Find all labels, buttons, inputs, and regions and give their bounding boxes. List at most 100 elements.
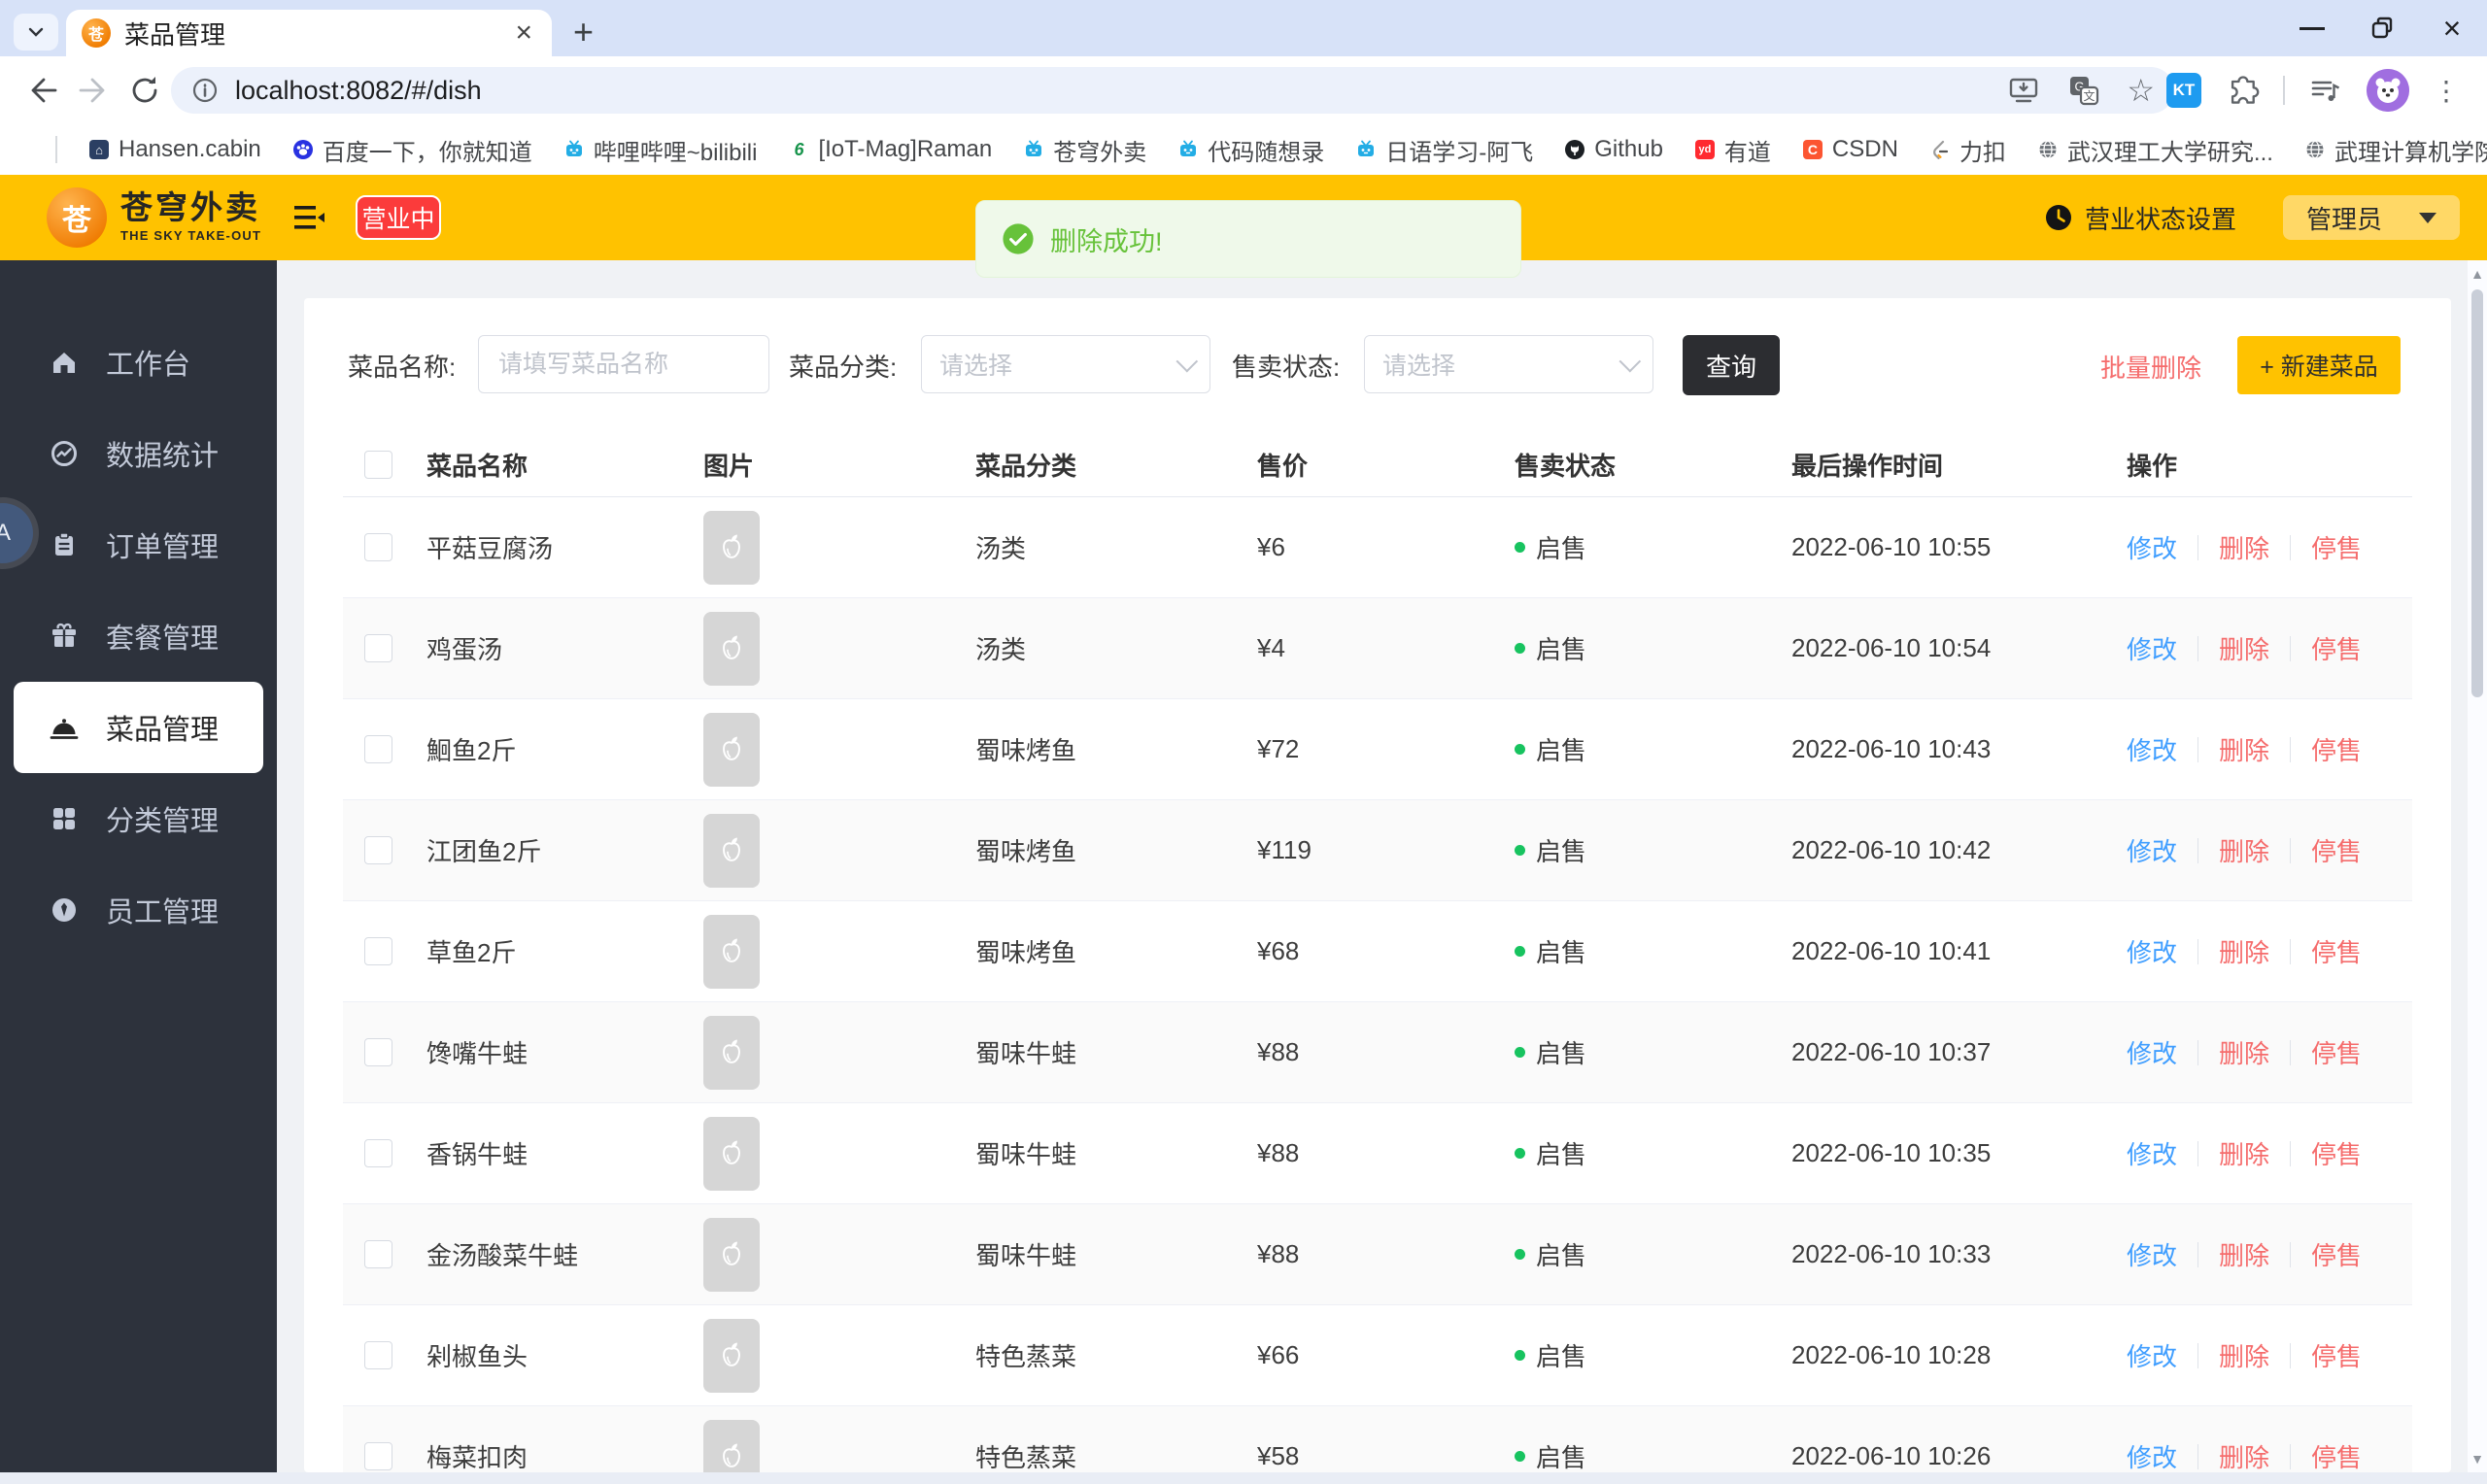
install-app-icon[interactable] [2006, 73, 2041, 108]
sidebar-item-categories[interactable]: 分类管理 [0, 773, 277, 864]
dish-name-input[interactable] [496, 349, 751, 380]
edit-link[interactable]: 修改 [2127, 1236, 2177, 1272]
delete-link[interactable]: 删除 [2219, 1337, 2269, 1373]
delete-link[interactable]: 删除 [2219, 1135, 2269, 1171]
bookmark-github[interactable]: Github [1565, 136, 1663, 163]
delete-link[interactable]: 删除 [2219, 1034, 2269, 1070]
bookmark-whut-graduate[interactable]: 武汉理工大学研究... [2038, 133, 2273, 167]
stop-sale-link[interactable]: 停售 [2311, 1236, 2362, 1272]
edit-link[interactable]: 修改 [2127, 1135, 2177, 1171]
tab-search-chevron-button[interactable] [14, 14, 58, 51]
dish-image-placeholder [703, 1217, 760, 1292]
media-controls-icon[interactable] [2308, 73, 2343, 108]
sidebar-item-setmeal[interactable]: 套餐管理 [0, 590, 277, 682]
stop-sale-link[interactable]: 停售 [2311, 1337, 2362, 1373]
row-checkbox[interactable] [364, 1442, 392, 1470]
horizontal-scrollbar[interactable] [0, 1472, 2468, 1484]
delete-link[interactable]: 删除 [2219, 933, 2269, 969]
vertical-scrollbar[interactable]: ▲ ▼ [2468, 260, 2487, 1472]
sidebar-item-employees[interactable]: 员工管理 [0, 864, 277, 956]
sidebar-item-dishes[interactable]: 菜品管理 [14, 682, 263, 773]
bookmark-youdao[interactable]: yd 有道 [1694, 133, 1771, 167]
row-checkbox[interactable] [364, 836, 392, 864]
dish-category: 特色蒸菜 [975, 1443, 1077, 1472]
bookmark-leetcode[interactable]: 力扣 [1930, 133, 2006, 167]
bookmark-japanese-learning[interactable]: 日语学习-阿飞 [1356, 133, 1533, 167]
delete-link[interactable]: 删除 [2219, 832, 2269, 868]
delete-link[interactable]: 删除 [2219, 731, 2269, 767]
row-operations: 修改 删除 停售 [2101, 1438, 2412, 1472]
user-menu-dropdown[interactable]: 管理员 [2283, 195, 2460, 240]
stop-sale-link[interactable]: 停售 [2311, 933, 2362, 969]
forward-button[interactable] [74, 70, 115, 111]
sale-status-select[interactable]: 请选择 [1364, 335, 1653, 393]
stop-sale-link[interactable]: 停售 [2311, 1034, 2362, 1070]
row-checkbox[interactable] [364, 1139, 392, 1167]
stop-sale-link[interactable]: 停售 [2311, 731, 2362, 767]
sidebar-collapse-icon[interactable] [291, 201, 326, 234]
url-text[interactable]: localhost:8082/#/dish [235, 76, 2006, 106]
business-status-setting[interactable]: 营业状态设置 [2044, 200, 2236, 236]
bookmark-hansen-cabin[interactable]: ⌂ Hansen.cabin [89, 136, 261, 163]
edit-link[interactable]: 修改 [2127, 529, 2177, 565]
browser-tab[interactable]: 苍 菜品管理 × [66, 10, 552, 56]
window-minimize-button[interactable] [2277, 0, 2347, 56]
batch-delete-link[interactable]: 批量删除 [2100, 349, 2201, 385]
sidebar-item-workbench[interactable]: 工作台 [0, 317, 277, 408]
delete-link[interactable]: 删除 [2219, 1438, 2269, 1472]
edit-link[interactable]: 修改 [2127, 832, 2177, 868]
select-all-checkbox[interactable] [364, 450, 392, 479]
stop-sale-link[interactable]: 停售 [2311, 1438, 2362, 1472]
delete-link[interactable]: 删除 [2219, 630, 2269, 666]
scroll-up-arrow[interactable]: ▲ [2468, 266, 2487, 282]
row-checkbox[interactable] [364, 634, 392, 662]
tab-close-icon[interactable]: × [511, 18, 536, 48]
row-checkbox[interactable] [364, 1341, 392, 1369]
translate-icon[interactable]: G文 [2066, 73, 2101, 108]
search-button[interactable]: 查询 [1683, 335, 1780, 395]
bookmark-bilibili[interactable]: 哔哩哔哩~bilibili [564, 133, 757, 167]
bookmark-csdn[interactable]: C CSDN [1802, 136, 1898, 163]
edit-link[interactable]: 修改 [2127, 1337, 2177, 1373]
new-tab-button[interactable]: + [573, 12, 594, 52]
scrollbar-thumb[interactable] [2471, 289, 2483, 697]
kt-extension-icon[interactable]: KT [2166, 73, 2201, 108]
dish-category-select[interactable]: 请选择 [921, 335, 1210, 393]
edit-link[interactable]: 修改 [2127, 731, 2177, 767]
address-bar[interactable]: localhost:8082/#/dish G文 ☆ [171, 67, 2174, 114]
window-close-button[interactable]: × [2417, 0, 2487, 56]
row-checkbox[interactable] [364, 937, 392, 965]
stop-sale-link[interactable]: 停售 [2311, 529, 2362, 565]
edit-link[interactable]: 修改 [2127, 630, 2177, 666]
row-operations: 修改 删除 停售 [2101, 529, 2412, 565]
back-button[interactable] [21, 70, 62, 111]
row-checkbox[interactable] [364, 1038, 392, 1066]
add-dish-button[interactable]: + 新建菜品 [2237, 336, 2401, 394]
stop-sale-link[interactable]: 停售 [2311, 832, 2362, 868]
bookmark-baidu[interactable]: 百度一下，你就知道 [292, 133, 532, 167]
stop-sale-link[interactable]: 停售 [2311, 1135, 2362, 1171]
row-checkbox[interactable] [364, 735, 392, 763]
row-checkbox[interactable] [364, 533, 392, 561]
browser-menu-icon[interactable]: ⋮ [2433, 75, 2460, 107]
row-checkbox[interactable] [364, 1240, 392, 1268]
bookmark-code-notes[interactable]: 代码随想录 [1178, 133, 1324, 167]
window-restore-button[interactable] [2347, 0, 2417, 56]
sidebar-item-statistics[interactable]: 数据统计 [0, 408, 277, 499]
profile-avatar-panda[interactable] [2367, 69, 2409, 112]
delete-link[interactable]: 删除 [2219, 529, 2269, 565]
delete-link[interactable]: 删除 [2219, 1236, 2269, 1272]
edit-link[interactable]: 修改 [2127, 933, 2177, 969]
reload-button[interactable] [124, 70, 165, 111]
site-info-icon[interactable] [190, 76, 220, 105]
scroll-down-arrow[interactable]: ▼ [2468, 1451, 2487, 1467]
bookmark-star-icon[interactable]: ☆ [2127, 75, 2155, 106]
bookmark-iot-mag-raman[interactable]: 6 [IoT-Mag]Raman [789, 136, 992, 163]
stop-sale-link[interactable]: 停售 [2311, 630, 2362, 666]
extensions-puzzle-icon[interactable] [2225, 73, 2260, 108]
bookmark-skytakeout[interactable]: 苍穹外卖 [1024, 133, 1146, 167]
edit-link[interactable]: 修改 [2127, 1438, 2177, 1472]
bookmark-wut-cs-school[interactable]: 武理计算机学院 [2305, 133, 2487, 167]
edit-link[interactable]: 修改 [2127, 1034, 2177, 1070]
sidebar-item-orders[interactable]: 订单管理 [0, 499, 277, 590]
